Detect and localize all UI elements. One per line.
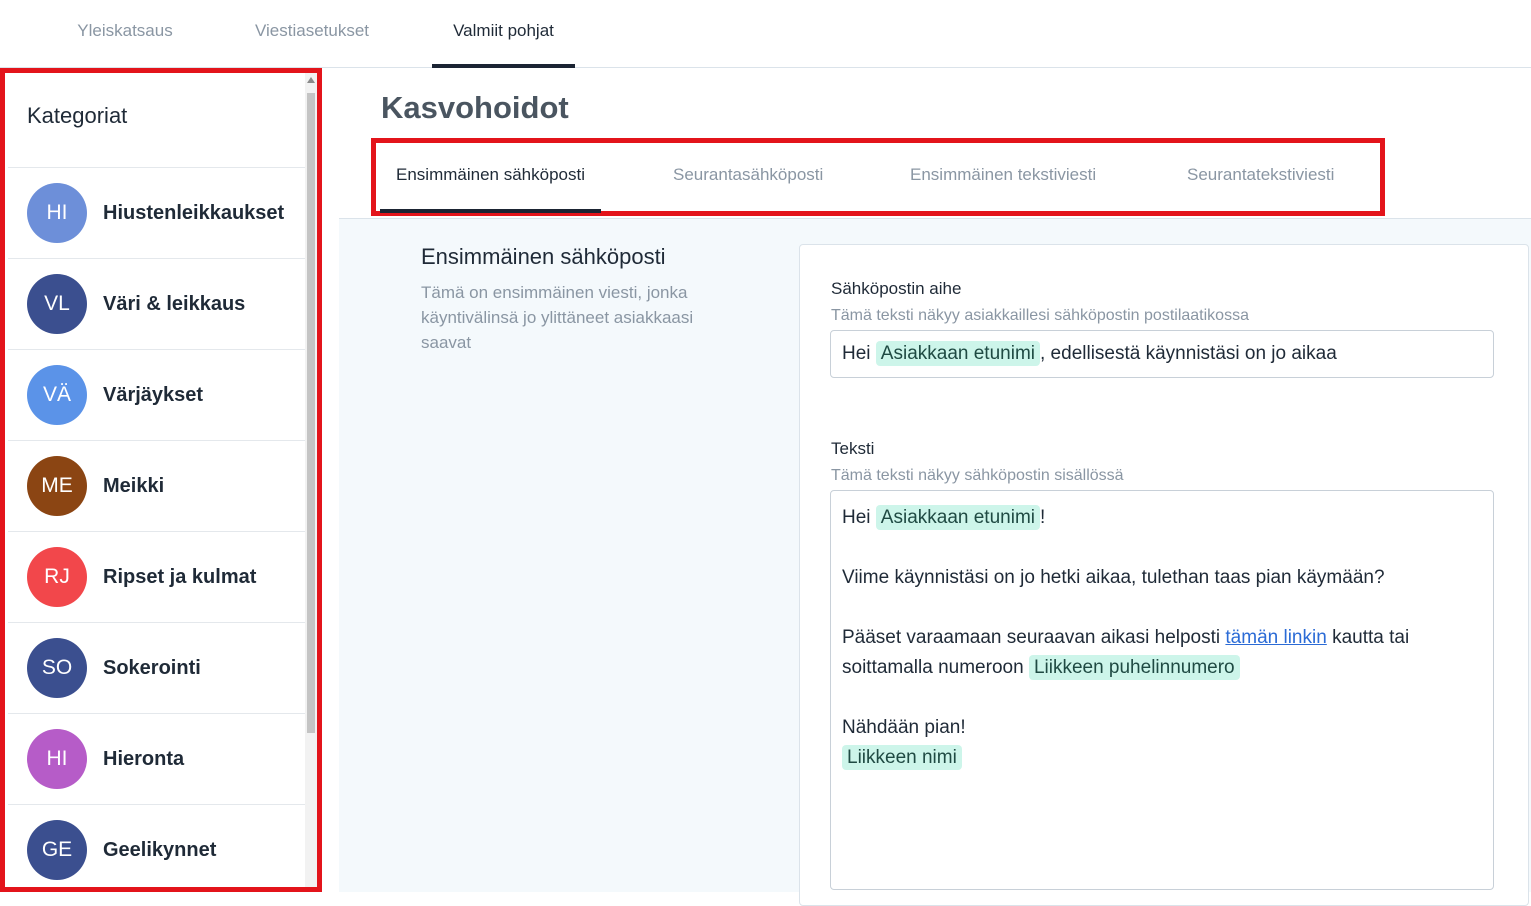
body-label: Teksti	[831, 439, 875, 458]
avatar: SO	[27, 638, 87, 698]
variable-tag[interactable]: Asiakkaan etunimi	[875, 505, 1040, 530]
subject-label: Sähköpostin aihe	[831, 279, 962, 298]
sidebar-title: Kategoriat	[27, 103, 128, 128]
avatar: HI	[27, 729, 87, 789]
main-header: Kasvohoidot Ensimmäinen sähköposti Seura…	[339, 68, 1531, 219]
tab-yleiskatsaus[interactable]: Yleiskatsaus	[57, 0, 193, 67]
tab-valmiit-pohjat[interactable]: Valmiit pohjat	[432, 0, 575, 68]
body-text: Viime käynnistäsi on jo hetki aikaa, tul…	[842, 567, 1385, 588]
template-tab-bar: Ensimmäinen sähköposti Seurantasähköpost…	[371, 138, 1385, 216]
sidebar-item-geelikynnet[interactable]: GE Geelikynnet	[8, 805, 313, 887]
avatar: HI	[27, 183, 87, 243]
variable-tag[interactable]: Liikkeen nimi	[842, 745, 962, 770]
body-textarea[interactable]: Hei Asiakkaan etunimi! Viime käynnistäsi…	[830, 490, 1494, 890]
top-tab-bar: Yleiskatsaus Viestiasetukset Valmiit poh…	[0, 0, 1531, 68]
tab-seurantasahkoposti[interactable]: Seurantasähköposti	[673, 143, 823, 211]
avatar: RJ	[27, 547, 87, 607]
subject-input[interactable]: Hei Asiakkaan etunimi, edellisestä käynn…	[830, 330, 1494, 378]
sidebar-scrollbar[interactable]	[305, 73, 317, 887]
avatar: GE	[27, 820, 87, 880]
body-help: Tämä teksti näkyy sähköpostin sisällössä	[831, 467, 1124, 484]
variable-tag[interactable]: Liikkeen puhelinnumero	[1028, 655, 1240, 680]
avatar: ME	[27, 456, 87, 516]
section-description: Tämä on ensimmäinen viesti, jonka käynti…	[421, 283, 694, 352]
sidebar-item-ripset-ja-kulmat[interactable]: RJ Ripset ja kulmat	[8, 532, 313, 623]
section-title: Ensimmäinen sähköposti	[421, 244, 666, 269]
subject-suffix: , edellisestä käynnistäsi on jo aikaa	[1040, 343, 1337, 364]
sidebar-item-label: Meikki	[103, 475, 165, 497]
body-text: kautta tai	[1332, 627, 1410, 648]
subject-prefix: Hei	[842, 343, 871, 364]
sidebar-item-meikki[interactable]: ME Meikki	[8, 441, 313, 532]
page-title: Kasvohoidot	[381, 90, 569, 125]
body-text: Nähdään pian!	[842, 717, 966, 738]
scroll-up-arrow-icon[interactable]	[307, 77, 315, 83]
tab-ensimmainen-sahkoposti[interactable]: Ensimmäinen sähköposti	[380, 143, 601, 213]
tab-ensimmainen-tekstiviesti[interactable]: Ensimmäinen tekstiviesti	[910, 143, 1096, 211]
scroll-thumb[interactable]	[307, 93, 315, 733]
sidebar-item-sokerointi[interactable]: SO Sokerointi	[8, 623, 313, 714]
main-content: Kasvohoidot Ensimmäinen sähköposti Seura…	[339, 68, 1531, 906]
sidebar-item-label: Sokerointi	[103, 657, 201, 679]
avatar: VL	[27, 274, 87, 334]
tab-viestiasetukset[interactable]: Viestiasetukset	[232, 0, 392, 67]
sidebar-item-label: Geelikynnet	[103, 839, 217, 861]
sidebar-item-hiustenleikkaukset[interactable]: HI Hiustenleikkaukset	[8, 168, 313, 259]
body-text: Pääset varaamaan seuraavan aikasi helpos…	[842, 627, 1221, 648]
sidebar-item-label: Värjäykset	[103, 384, 204, 406]
body-text: soittamalla numeroon	[842, 657, 1024, 678]
sidebar-item-label: Hieronta	[103, 748, 185, 770]
category-sidebar: Kategoriat HI Hiustenleikkaukset VL Väri…	[0, 68, 322, 892]
sidebar-item-varjaykset[interactable]: VÄ Värjäykset	[8, 350, 313, 441]
variable-tag[interactable]: Asiakkaan etunimi	[875, 341, 1040, 366]
booking-link[interactable]: tämän linkin	[1225, 627, 1326, 648]
tab-seurantatekstiviesti[interactable]: Seurantatekstiviesti	[1187, 143, 1334, 211]
sidebar-item-label: Hiustenleikkaukset	[103, 202, 285, 224]
email-editor-card: Sähköpostin aihe Tämä teksti näkyy asiak…	[799, 244, 1529, 906]
body-text: Hei	[842, 507, 871, 528]
sidebar-item-vari-leikkaus[interactable]: VL Väri & leikkaus	[8, 259, 313, 350]
avatar: VÄ	[27, 365, 87, 425]
sidebar-item-label: Väri & leikkaus	[103, 293, 246, 315]
body-text: !	[1040, 507, 1046, 528]
sidebar-item-hieronta[interactable]: HI Hieronta	[8, 714, 313, 805]
subject-help: Tämä teksti näkyy asiakkaillesi sähköpos…	[831, 307, 1249, 324]
sidebar-item-label: Ripset ja kulmat	[103, 566, 257, 588]
